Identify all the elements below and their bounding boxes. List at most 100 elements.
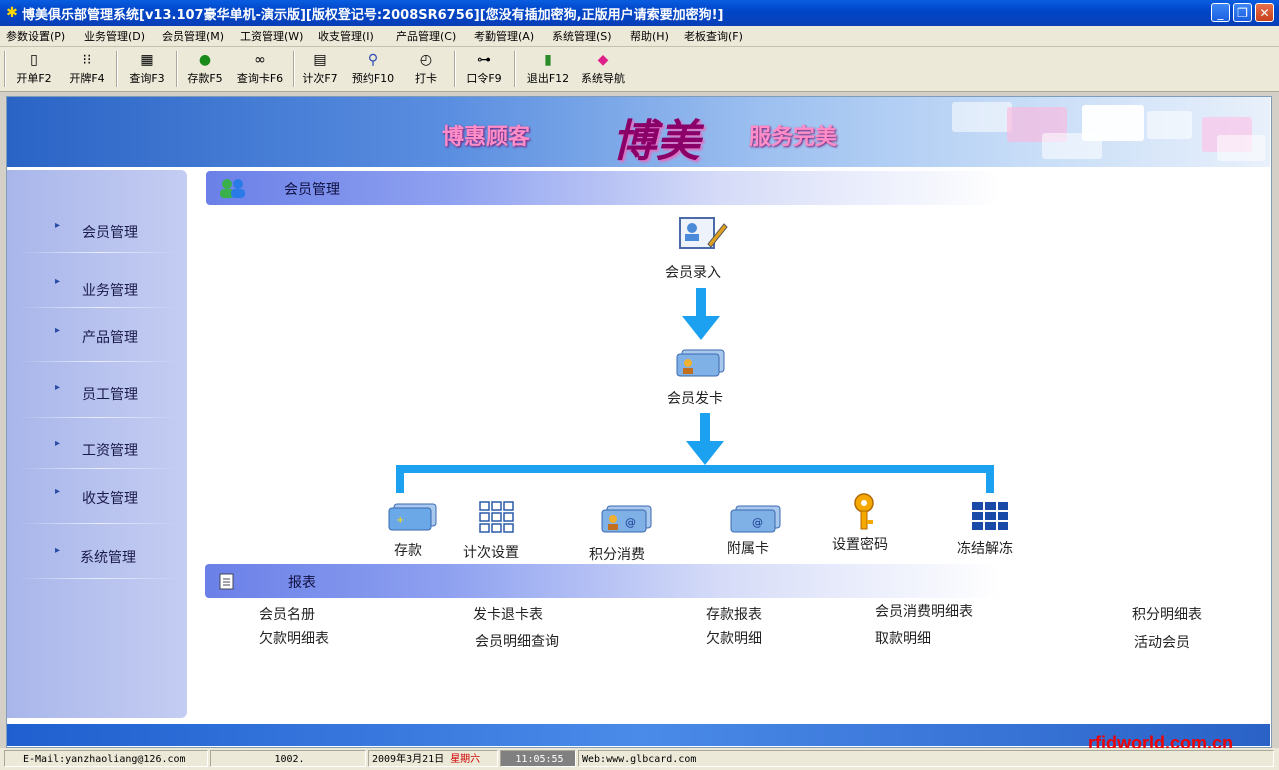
menu-bar: 参数设置(P) 业务管理(D) 会员管理(M) 工资管理(W) 收支管理(I) … [0,26,1279,47]
report-deposit[interactable]: 存款报表 [706,604,762,624]
maximize-button[interactable]: ❐ [1233,3,1252,22]
flow-branch-freeze[interactable]: 冻结解冻 [957,538,1013,558]
menu-params[interactable]: 参数设置(P) [6,28,65,44]
sidebar-item-label: 会员管理 [82,225,138,241]
arrow-down-icon [682,288,720,340]
toolbar-label: 系统导航 [581,72,625,85]
flow-branch-points[interactable]: 积分消费 [589,544,645,564]
key-icon[interactable] [850,492,878,532]
toolbar-label: 查询卡F6 [236,72,284,85]
report-card-issue-return[interactable]: 发卡退卡表 [473,604,543,624]
toolbar-label: 开牌F4 [69,72,105,85]
app-icon: ✱ [6,5,18,21]
toolbar-separator [293,51,295,87]
menu-business[interactable]: 业务管理(D) [84,28,145,44]
flow-branch-count-setting[interactable]: 计次设置 [463,542,519,562]
grid-icon[interactable] [478,500,518,534]
toolbar-label: 打卡 [415,72,437,85]
report-debt-detail[interactable]: 欠款明细 [706,628,762,648]
flow-step-issue-card[interactable]: 会员发卡 [667,388,723,408]
sidebar-item-label: 工资管理 [82,443,138,459]
query-button[interactable]: ▦ 查询F3 [124,50,170,88]
door-icon: ▯ [30,52,38,68]
status-web: Web:www.glbcard.com [578,750,1274,767]
report-withdrawal-detail[interactable]: 取款明细 [875,628,931,648]
nav-icon: ◆ [597,52,609,68]
report-member-roster[interactable]: 会员名册 [259,604,315,624]
points-card-icon[interactable]: @ [599,504,655,534]
sidebar-item-salary[interactable]: ▸ 工资管理 [7,438,187,459]
report-member-detail-query[interactable]: 会员明细查询 [475,631,559,651]
toolbar-label: 预约F10 [351,72,395,85]
toolbar-separator [176,51,178,87]
deposit-card-icon[interactable]: + [386,502,440,532]
flow-branch-deposit[interactable]: 存款 [394,540,422,560]
banner-decoration [1217,135,1265,161]
sidebar-item-system[interactable]: ▸ 系统管理 [7,545,187,566]
sidebar-item-finance[interactable]: ▸ 收支管理 [7,486,187,507]
sidebar-item-label: 产品管理 [82,330,138,346]
member-entry-icon[interactable] [678,216,728,252]
menu-attendance[interactable]: 考勤管理(A) [474,28,534,44]
binoculars-icon: ∞ [254,52,266,68]
open-card-button[interactable]: ⁝⁝ 开牌F4 [64,50,110,88]
password-button[interactable]: ⊶ 口令F9 [462,50,506,88]
menu-member[interactable]: 会员管理(M) [162,28,224,44]
menu-product[interactable]: 产品管理(C) [396,28,456,44]
sidebar-item-label: 收支管理 [82,491,138,507]
banner-slogan-right: 服务完美 [749,124,838,150]
system-nav-button[interactable]: ◆ 系统导航 [576,50,630,88]
minimize-button[interactable]: _ [1211,3,1230,22]
flow-step-member-entry[interactable]: 会员录入 [665,262,721,282]
svg-text:@: @ [625,516,636,529]
sidebar: ▸ 会员管理 ▸ 业务管理 ▸ 产品管理 ▸ 员工管理 ▸ 工资管理 ▸ 收支管理 ▸ 系统管… [7,170,187,718]
sidebar-item-staff[interactable]: ▸ 员工管理 [7,382,187,403]
toolbar: ▯ 开单F2 ⁝⁝ 开牌F4 ▦ 查询F3 ● 存款F5 ∞ 查询卡F6 ▤ 计次F7 ⚲ 预… [0,47,1279,92]
report-member-consumption[interactable]: 会员消费明细表 [875,601,973,621]
sub-card-icon[interactable]: @ [728,504,784,534]
sidebar-item-product[interactable]: ▸ 产品管理 [7,325,187,346]
sidebar-divider [17,523,182,524]
bullet-icon: ▸ [55,325,61,336]
sidebar-item-member[interactable]: ▸ 会员管理 [7,220,187,241]
grid-icon: ⁝⁝ [82,52,92,68]
menu-finance[interactable]: 收支管理(I) [318,28,374,44]
sidebar-divider [17,417,182,418]
flow-branch-sub-card[interactable]: 附属卡 [727,538,769,558]
report-debt-detail-table[interactable]: 欠款明细表 [259,628,329,648]
window-title: 博美俱乐部管理系统[v13.107豪华单机-演示版][版权登记号:2008SR6… [22,8,724,23]
sidebar-divider [17,307,182,308]
status-time: 11:05:55 [500,750,576,767]
bullet-icon: ▸ [55,438,61,449]
key-icon: ⊶ [477,52,491,68]
flow-branch-connector [396,465,994,493]
close-button[interactable]: ✕ [1255,3,1274,22]
freeze-grid-icon[interactable] [970,500,1010,532]
report-points-detail[interactable]: 积分明细表 [1132,604,1202,624]
member-card-icon[interactable] [674,348,728,378]
bullet-icon: ▸ [55,276,61,287]
section-title: 报表 [288,575,316,591]
open-order-button[interactable]: ▯ 开单F2 [12,50,56,88]
banner-logo: 博美 [612,116,700,167]
section-title: 会员管理 [284,182,340,198]
count-button[interactable]: ▤ 计次F7 [298,50,342,88]
toolbar-separator [4,51,6,87]
punch-card-button[interactable]: ◴ 打卡 [406,50,446,88]
toolbar-label: 查询F3 [129,72,165,85]
menu-boss[interactable]: 老板查询(F) [684,28,743,44]
bullet-icon: ▸ [55,220,61,231]
flow-branch-set-password[interactable]: 设置密码 [832,534,888,554]
sidebar-item-label: 系统管理 [80,550,136,566]
menu-help[interactable]: 帮助(H) [630,28,669,44]
reserve-button[interactable]: ⚲ 预约F10 [346,50,400,88]
menu-system[interactable]: 系统管理(S) [552,28,612,44]
query-card-button[interactable]: ∞ 查询卡F6 [232,50,288,88]
status-weekday: 星期六 [450,754,481,765]
sidebar-item-business[interactable]: ▸ 业务管理 [7,276,187,299]
toolbar-label: 存款F5 [187,72,223,85]
report-active-members[interactable]: 活动会员 [1134,632,1190,652]
deposit-button[interactable]: ● 存款F5 [183,50,227,88]
exit-button[interactable]: ▮ 退出F12 [522,50,574,88]
menu-salary[interactable]: 工资管理(W) [240,28,303,44]
